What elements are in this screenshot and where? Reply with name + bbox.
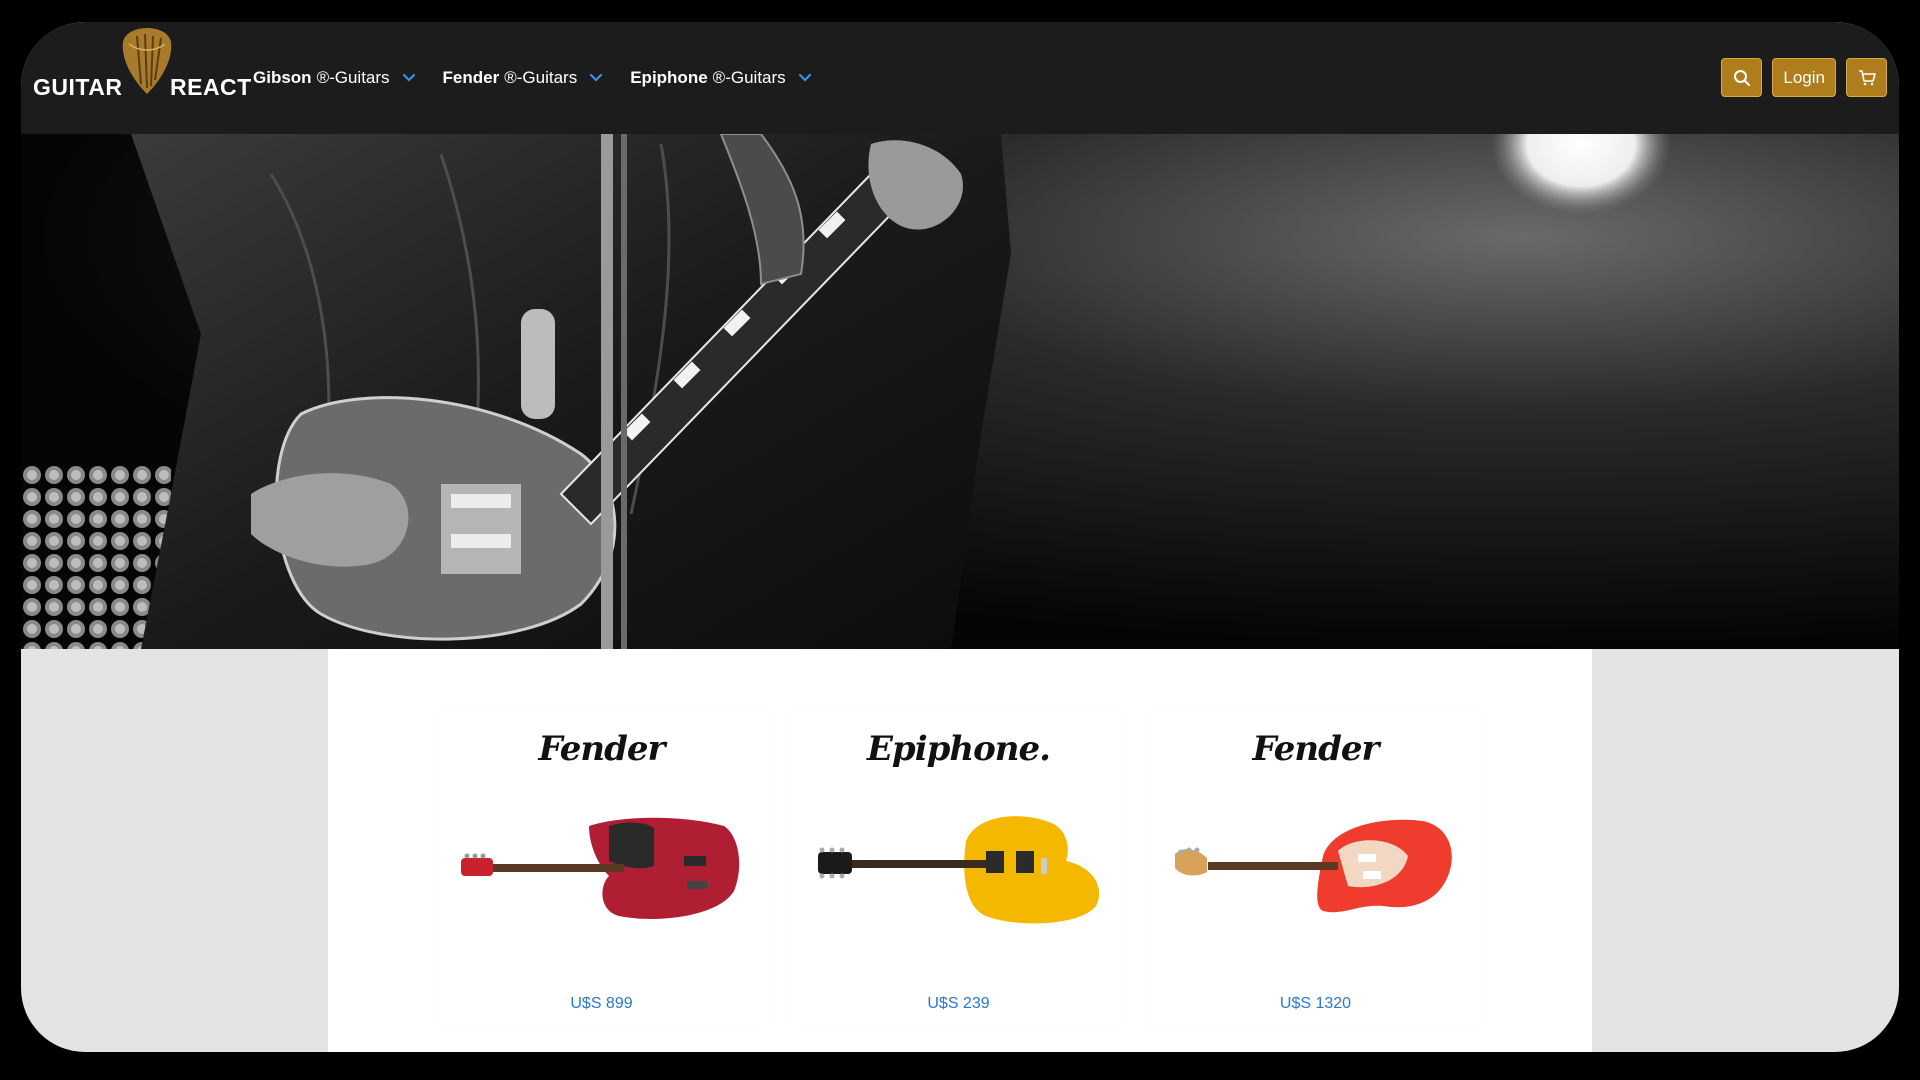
nav-menu: Gibson ®-Guitars Fender ®-Guitars Epipho…	[253, 22, 813, 134]
product-brand-logo: Fender	[1252, 729, 1380, 769]
search-icon	[1733, 69, 1750, 86]
nav-actions: Login	[1721, 58, 1887, 97]
brand-logo[interactable]: GUITAR REACT	[33, 24, 251, 124]
product-guitar-image[interactable]	[1173, 806, 1458, 926]
nav-item-epiphone[interactable]: Epiphone ®-Guitars	[630, 68, 812, 88]
nav-item-suffix: ®-Guitars	[712, 68, 786, 87]
chevron-down-icon	[798, 73, 811, 82]
nav-item-suffix: ®-Guitars	[316, 68, 390, 87]
product-card[interactable]: Fender U$S 899	[434, 711, 769, 1029]
guitar-pick-icon	[122, 28, 172, 94]
product-list: Fender U$S 899 Epiphone. U$S 239 Fender …	[434, 711, 1483, 1029]
hero-guitarist-image	[21, 134, 1671, 649]
nav-item-fender[interactable]: Fender ®-Guitars	[443, 68, 605, 88]
nav-item-brand: Epiphone	[630, 68, 708, 87]
nav-item-suffix: ®-Guitars	[504, 68, 578, 87]
nav-item-gibson[interactable]: Gibson ®-Guitars	[253, 68, 417, 88]
browser-frame: GUITAR REACT Gibson ®-Guitars Fender ®-G…	[21, 22, 1899, 1052]
product-card[interactable]: Fender U$S 1320	[1148, 711, 1483, 1029]
nav-item-brand: Gibson	[253, 68, 312, 87]
brand-right-text: REACT	[170, 74, 252, 100]
hero-banner	[21, 134, 1899, 649]
login-button[interactable]: Login	[1772, 58, 1836, 97]
search-button[interactable]	[1721, 58, 1763, 97]
product-brand-logo: Fender	[538, 729, 666, 769]
chevron-down-icon	[590, 73, 603, 82]
product-section: Fender U$S 899 Epiphone. U$S 239 Fender …	[328, 649, 1592, 1052]
product-price[interactable]: U$S 899	[434, 995, 769, 1013]
product-guitar-image[interactable]	[459, 806, 744, 926]
cart-button[interactable]	[1846, 58, 1887, 97]
product-card[interactable]: Epiphone. U$S 239	[791, 711, 1126, 1029]
navbar: GUITAR REACT Gibson ®-Guitars Fender ®-G…	[21, 22, 1899, 134]
chevron-down-icon	[402, 73, 415, 82]
nav-item-brand: Fender	[442, 68, 500, 87]
brand-left-text: GUITAR	[33, 74, 123, 100]
product-brand-logo: Epiphone.	[867, 729, 1051, 769]
product-price[interactable]: U$S 1320	[1148, 995, 1483, 1013]
product-guitar-image[interactable]	[816, 806, 1101, 926]
cart-icon	[1858, 69, 1876, 85]
product-price[interactable]: U$S 239	[791, 995, 1126, 1013]
